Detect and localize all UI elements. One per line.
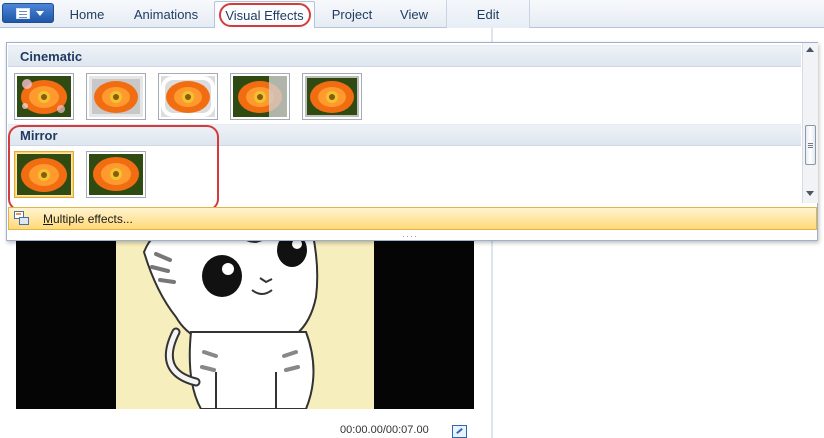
flower-thumbnail <box>233 76 287 117</box>
tab-home[interactable]: Home <box>58 6 116 24</box>
tab-edit[interactable]: Edit <box>460 6 516 24</box>
chevron-down-icon <box>36 11 44 16</box>
effect-thumb-cinematic-1[interactable] <box>14 73 74 120</box>
effects-gallery: Cinematic Mirror Multiple effects... ···… <box>6 42 818 241</box>
multiple-effects-item[interactable]: Multiple effects... <box>8 207 817 230</box>
flower-thumbnail <box>161 76 215 117</box>
tab-project[interactable]: Project <box>322 6 382 24</box>
document-icon <box>16 8 30 19</box>
effect-thumb-cinematic-5[interactable] <box>302 73 362 120</box>
video-preview[interactable] <box>16 212 474 409</box>
ribbon-tab-bar: Home Animations Visual Effects Project V… <box>0 0 824 29</box>
expand-icon[interactable] <box>452 425 467 438</box>
kitten-illustration <box>142 212 319 409</box>
timecode: 00:00.00/00:07.00 <box>340 424 429 436</box>
preview-frame <box>116 212 374 409</box>
resize-grip-icon[interactable]: ···· <box>402 231 418 241</box>
highlight-oval-mirror <box>8 125 219 211</box>
scroll-down-icon[interactable] <box>806 191 814 196</box>
scroll-up-icon[interactable] <box>806 47 814 52</box>
application-menu-button[interactable] <box>2 3 54 23</box>
effect-thumb-cinematic-2[interactable] <box>86 73 146 120</box>
multiple-effects-label: Multiple effects... <box>43 212 133 226</box>
effect-thumb-cinematic-3[interactable] <box>158 73 218 120</box>
flower-thumbnail <box>305 76 359 117</box>
flower-thumbnail <box>17 76 71 117</box>
tab-view[interactable]: View <box>386 6 442 24</box>
multiple-effects-icon <box>14 211 29 225</box>
section-header-cinematic: Cinematic <box>8 45 801 67</box>
flower-thumbnail <box>89 76 143 117</box>
effect-thumb-cinematic-4[interactable] <box>230 73 290 120</box>
highlight-oval-tab <box>219 3 311 27</box>
scroll-thumb[interactable] <box>805 125 816 165</box>
tab-animations[interactable]: Animations <box>122 6 210 24</box>
gallery-scrollbar[interactable] <box>802 43 818 203</box>
